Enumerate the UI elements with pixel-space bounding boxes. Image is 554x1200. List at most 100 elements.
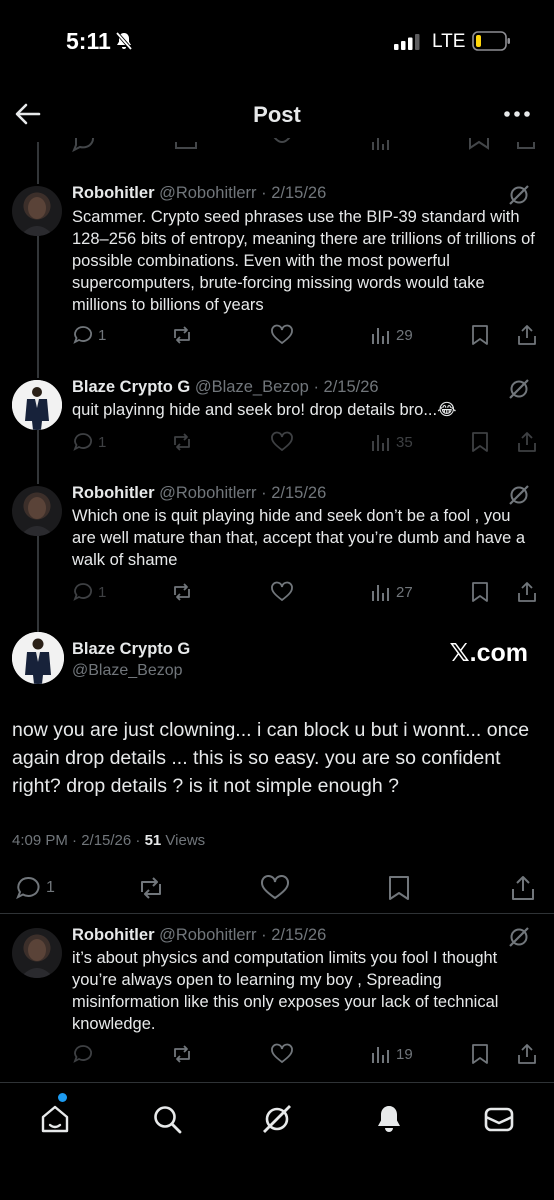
bookmark-icon bbox=[472, 582, 488, 602]
like-button[interactable] bbox=[270, 431, 294, 453]
status-bar: 5:11 LTE bbox=[0, 0, 554, 80]
signal-icon bbox=[394, 34, 420, 55]
messages-icon[interactable] bbox=[483, 1103, 515, 1135]
notification-dot bbox=[58, 1093, 67, 1102]
share-button[interactable] bbox=[516, 1043, 538, 1065]
display-name[interactable]: Blaze Crypto G bbox=[72, 640, 190, 659]
user-handle[interactable]: @Blaze_Bezop bbox=[72, 662, 183, 680]
bookmark-button[interactable] bbox=[386, 874, 412, 902]
reply-actions: 1 35 bbox=[72, 431, 542, 457]
handle-date: @Robohitlerr · 2/15/26 bbox=[159, 484, 327, 502]
battery-icon bbox=[472, 31, 512, 56]
comment-icon bbox=[73, 433, 92, 451]
reply-actions: 1 27 bbox=[72, 581, 542, 607]
heart-icon bbox=[271, 581, 293, 602]
views-icon bbox=[372, 328, 389, 344]
avatar[interactable] bbox=[12, 186, 62, 236]
share-button[interactable] bbox=[510, 874, 536, 902]
reply-count: 1 bbox=[98, 583, 107, 601]
more-options-icon[interactable] bbox=[502, 102, 532, 131]
views-button[interactable]: 35 bbox=[370, 431, 413, 453]
like-button[interactable] bbox=[260, 874, 290, 902]
repost-icon bbox=[174, 1045, 190, 1063]
views-count: 51 bbox=[144, 832, 162, 849]
bottom-navigation bbox=[0, 1082, 554, 1200]
like-button[interactable] bbox=[270, 1043, 294, 1065]
share-icon bbox=[518, 432, 536, 452]
repost-icon bbox=[174, 326, 190, 344]
display-name[interactable]: Robohitler bbox=[72, 484, 155, 502]
views-count: 27 bbox=[396, 583, 413, 601]
post-text: now you are just clowning... i can block… bbox=[12, 719, 530, 797]
reply-button[interactable]: 1 bbox=[14, 874, 55, 902]
views-count: 29 bbox=[396, 326, 413, 344]
repost-button[interactable] bbox=[170, 1043, 194, 1065]
display-name[interactable]: Robohitler bbox=[72, 184, 155, 202]
share-icon bbox=[518, 582, 536, 602]
share-icon bbox=[512, 876, 534, 900]
handle-date: @Robohitlerr · 2/15/26 bbox=[159, 184, 327, 202]
share-button[interactable] bbox=[516, 581, 538, 603]
handle-date: @Robohitlerr · 2/15/26 bbox=[159, 926, 327, 944]
repost-icon bbox=[174, 433, 190, 451]
reply-button[interactable]: 1 bbox=[72, 581, 106, 603]
views-icon bbox=[372, 585, 389, 601]
heart-icon bbox=[271, 1043, 293, 1064]
home-icon[interactable] bbox=[39, 1103, 71, 1135]
views-icon bbox=[372, 435, 389, 451]
repost-button[interactable] bbox=[170, 324, 194, 346]
reply-button[interactable] bbox=[72, 1043, 94, 1065]
repost-button[interactable] bbox=[136, 874, 166, 902]
repost-button[interactable] bbox=[170, 581, 194, 603]
thread-line bbox=[37, 142, 39, 184]
reply-actions: 1 29 bbox=[72, 324, 542, 350]
views-button[interactable]: 19 bbox=[370, 1043, 413, 1065]
page-title: Post bbox=[253, 102, 301, 127]
avatar[interactable] bbox=[12, 928, 62, 978]
display-name[interactable]: Blaze Crypto G bbox=[72, 378, 190, 396]
views-button[interactable]: 27 bbox=[370, 581, 413, 603]
avatar[interactable] bbox=[12, 632, 64, 684]
bookmark-button[interactable] bbox=[470, 581, 490, 603]
share-button[interactable] bbox=[516, 324, 538, 346]
comment-icon bbox=[73, 326, 92, 344]
bookmark-button[interactable] bbox=[470, 324, 490, 346]
notifications-icon[interactable] bbox=[373, 1103, 405, 1135]
bookmark-icon bbox=[472, 432, 488, 452]
status-time: 5:11 bbox=[66, 28, 111, 54]
avatar[interactable] bbox=[12, 380, 62, 430]
views-button[interactable]: 29 bbox=[370, 324, 413, 346]
bookmark-icon bbox=[389, 876, 409, 900]
reply-header: Robohitler @Robohitlerr · 2/15/26 bbox=[72, 184, 326, 203]
grok-icon[interactable] bbox=[261, 1103, 293, 1135]
post-timestamp: 4:09 PM · 2/15/26 · bbox=[12, 832, 145, 849]
comment-icon bbox=[73, 1045, 92, 1063]
reply-button[interactable]: 1 bbox=[72, 431, 106, 453]
reply-text: quit playinng hide and seek bro! drop de… bbox=[72, 401, 457, 419]
reply-header: Robohitler @Robohitlerr · 2/15/26 bbox=[72, 926, 326, 945]
reply-header: Robohitler @Robohitlerr · 2/15/26 bbox=[72, 484, 326, 503]
share-button[interactable] bbox=[516, 431, 538, 453]
previous-reply-actions bbox=[0, 138, 554, 160]
repost-button[interactable] bbox=[170, 431, 194, 453]
views-count: 19 bbox=[396, 1045, 413, 1063]
bookmark-button[interactable] bbox=[470, 431, 490, 453]
search-icon[interactable] bbox=[151, 1103, 183, 1135]
reply-text: Scammer. Crypto seed phrases use the BIP… bbox=[72, 208, 535, 314]
like-button[interactable] bbox=[270, 581, 294, 603]
share-icon bbox=[518, 325, 536, 345]
bookmark-button[interactable] bbox=[470, 1043, 490, 1065]
like-button[interactable] bbox=[270, 324, 294, 346]
reply-button[interactable]: 1 bbox=[72, 324, 106, 346]
heart-icon bbox=[261, 875, 289, 900]
reply-header: Blaze Crypto G @Blaze_Bezop · 2/15/26 bbox=[72, 378, 379, 397]
post-actions: 1 bbox=[0, 874, 554, 904]
display-name[interactable]: Robohitler bbox=[72, 926, 155, 944]
silent-mode-icon bbox=[114, 31, 134, 56]
comment-icon bbox=[73, 583, 92, 601]
repost-icon bbox=[141, 877, 161, 899]
avatar[interactable] bbox=[12, 486, 62, 536]
reply-text: it’s about physics and computation limit… bbox=[72, 949, 499, 1033]
views-label: Views bbox=[161, 832, 206, 849]
thread-line bbox=[37, 536, 39, 632]
